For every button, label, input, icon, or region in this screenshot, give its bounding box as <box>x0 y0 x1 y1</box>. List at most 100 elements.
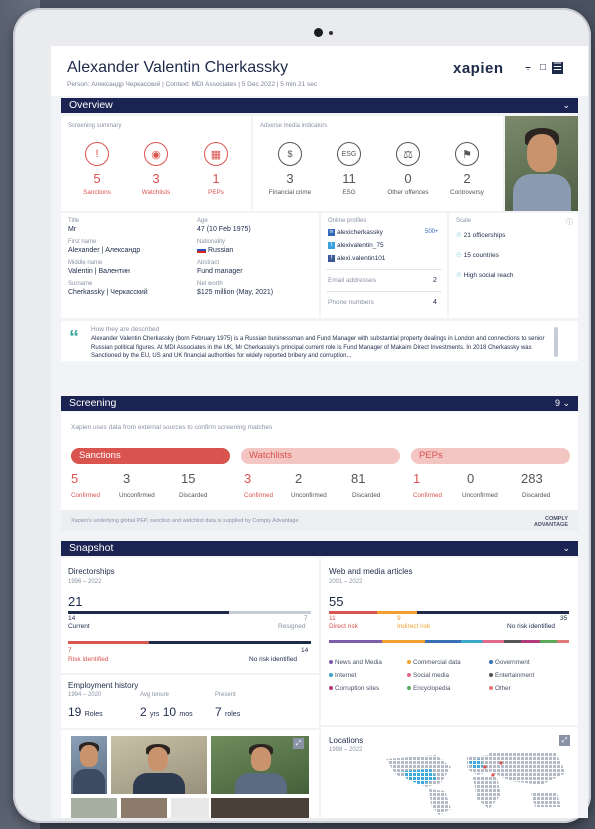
controversy-count: 2 <box>463 171 471 186</box>
legend-social: Social media <box>407 672 449 679</box>
chevron-down-icon[interactable]: ⌄ <box>562 541 570 556</box>
russia-flag-icon <box>197 247 206 254</box>
expand-icon[interactable]: ⤢ <box>559 735 570 746</box>
personal-details-card: Title Mr First name Alexander | Александ… <box>61 213 319 318</box>
building-icon: ☉ <box>456 232 462 239</box>
watchlists-icon: ◉ <box>144 142 168 166</box>
peps-label: PEPs <box>208 189 224 196</box>
camera <box>314 28 323 37</box>
nationality-value: Russian <box>197 247 233 254</box>
scales-icon: ⚖ <box>396 142 420 166</box>
web-media-card: Web and media articles 2001 – 2022 55 11… <box>321 558 578 725</box>
scale-card: Scale ⓘ ☉ 21 officerships ☉ 15 countries… <box>449 213 578 318</box>
sanctions-label: Sanctions <box>83 189 111 196</box>
profile-linkedin[interactable]: in alexicherkassky <box>328 229 383 236</box>
screening-count[interactable]: 9 ⌄ <box>555 396 570 411</box>
phone-count: 4 <box>433 299 437 306</box>
peps-icon: ▦ <box>204 142 228 166</box>
photo-2[interactable] <box>111 736 207 794</box>
photo-1[interactable] <box>71 736 107 794</box>
net-worth-value: $125 million (May, 2021) <box>197 289 274 296</box>
photo-grid: ⤢ <box>61 730 319 818</box>
watchlists-label: Watchlists <box>141 189 171 196</box>
financial-crime-count: 3 <box>286 171 294 186</box>
source-mix-bar <box>329 640 569 643</box>
roles-total: 19 Roles <box>68 705 103 719</box>
profile-count: 500+ <box>425 229 439 235</box>
photo-4[interactable] <box>71 798 117 818</box>
screening-title: Screening <box>69 397 117 409</box>
current-bar <box>68 611 229 614</box>
peps-count: 1 <box>212 171 220 186</box>
globe-icon: ☉ <box>456 252 462 259</box>
first-name-value: Alexander | Александр <box>68 247 141 254</box>
reach-icon: ☉ <box>456 272 462 279</box>
sanctions-count: 5 <box>93 171 101 186</box>
watchlists-count: 3 <box>152 171 160 186</box>
world-map[interactable] <box>381 749 571 815</box>
directorships-card: Directorships 1996 – 2022 21 14 Current … <box>61 558 319 673</box>
legend-corruption: Corruption sites <box>329 685 379 692</box>
screening-bar[interactable]: Screening 9 ⌄ <box>61 396 578 411</box>
risk-bar <box>68 641 149 644</box>
watchlists-pill[interactable]: Watchlists <box>241 448 400 464</box>
description-scrollbar[interactable] <box>554 327 558 357</box>
menu-icon[interactable]: ☰ <box>552 62 563 74</box>
directorships-total: 21 <box>68 594 83 609</box>
scale-officerships: ☉ 21 officerships <box>456 232 506 239</box>
expand-icon[interactable]: ⤢ <box>293 738 304 749</box>
web-total: 55 <box>329 594 344 609</box>
tablet-frame: Alexander Valentin Cherkassky Person: Ал… <box>13 8 591 823</box>
legend-encyclopedia: Encyclopedia <box>407 685 450 692</box>
present-roles: 7 roles <box>215 705 241 719</box>
share-icon[interactable]: ⨪ <box>522 62 534 74</box>
legend-government: Government <box>489 659 530 666</box>
scale-countries: ☉ 15 countries <box>456 252 500 259</box>
photo-6[interactable] <box>171 798 209 818</box>
twitter-icon: t <box>328 242 335 249</box>
legend-entertainment: Entertainment <box>489 672 534 679</box>
screening-desc: Xapien uses data from external sources t… <box>71 424 273 431</box>
photo-7[interactable] <box>211 798 309 818</box>
other-offences-label: Other offences <box>387 189 429 196</box>
info-icon[interactable]: ⓘ <box>566 217 573 227</box>
middle-name-value: Valentin | Валентин <box>68 268 130 275</box>
overview-bar[interactable]: Overview ⌄ <box>61 98 578 113</box>
comply-advantage-logo: COMPLY ADVANTAGE <box>533 516 568 528</box>
profile-facebook[interactable]: f alexi.valentin101 <box>328 255 385 262</box>
linkedin-icon: in <box>328 229 335 236</box>
facebook-icon: f <box>328 255 335 262</box>
photo-5[interactable] <box>121 798 167 818</box>
description-text: Alexander Valentin Cherkassky (born Febr… <box>91 336 545 359</box>
snapshot-bar[interactable]: Snapshot ⌄ <box>61 541 578 556</box>
sanctions-pill[interactable]: Sanctions <box>71 448 230 464</box>
profile-twitter[interactable]: t alexivalentin_75 <box>328 242 384 249</box>
overview-title: Overview <box>69 99 113 111</box>
resigned-bar <box>229 611 311 614</box>
flag-icon: ⚑ <box>455 142 479 166</box>
email-count: 2 <box>433 277 437 284</box>
age-value: 47 (10 Feb 1975) <box>197 226 251 233</box>
screening-summary-card: Screening summary ! ◉ ▦ 5 3 1 Sanctions … <box>61 116 251 211</box>
financial-crime-label: Financial crime <box>268 189 312 196</box>
esg-icon: ESG <box>337 142 361 166</box>
subject-name: Alexander Valentin Cherkassky <box>67 59 289 76</box>
legend-internet: Internet <box>329 672 356 679</box>
title-value: Mr <box>68 226 77 233</box>
legend-commercial: Commercial data <box>407 659 461 666</box>
surname-value: Cherkassky | Черкасский <box>68 289 148 296</box>
peps-pill[interactable]: PEPs <box>411 448 570 464</box>
legend-news: News and Media <box>329 659 382 666</box>
controversy-label: Controversy <box>450 189 484 196</box>
xapien-logo: xapien <box>453 60 504 77</box>
camera-sensor <box>329 31 333 35</box>
quote-icon: “ <box>69 327 79 349</box>
snapshot-title: Snapshot <box>69 542 114 554</box>
chevron-down-icon[interactable]: ⌄ <box>562 98 570 113</box>
subject-photo <box>505 116 578 211</box>
legend-other: Other <box>489 685 511 692</box>
employment-card: Employment history 1994 – 2020 Avg tenur… <box>61 675 319 728</box>
bookmark-icon[interactable]: □ <box>537 62 549 74</box>
report-header: Alexander Valentin Cherkassky Person: Ал… <box>51 46 588 96</box>
abstract-value: Fund manager <box>197 268 243 275</box>
